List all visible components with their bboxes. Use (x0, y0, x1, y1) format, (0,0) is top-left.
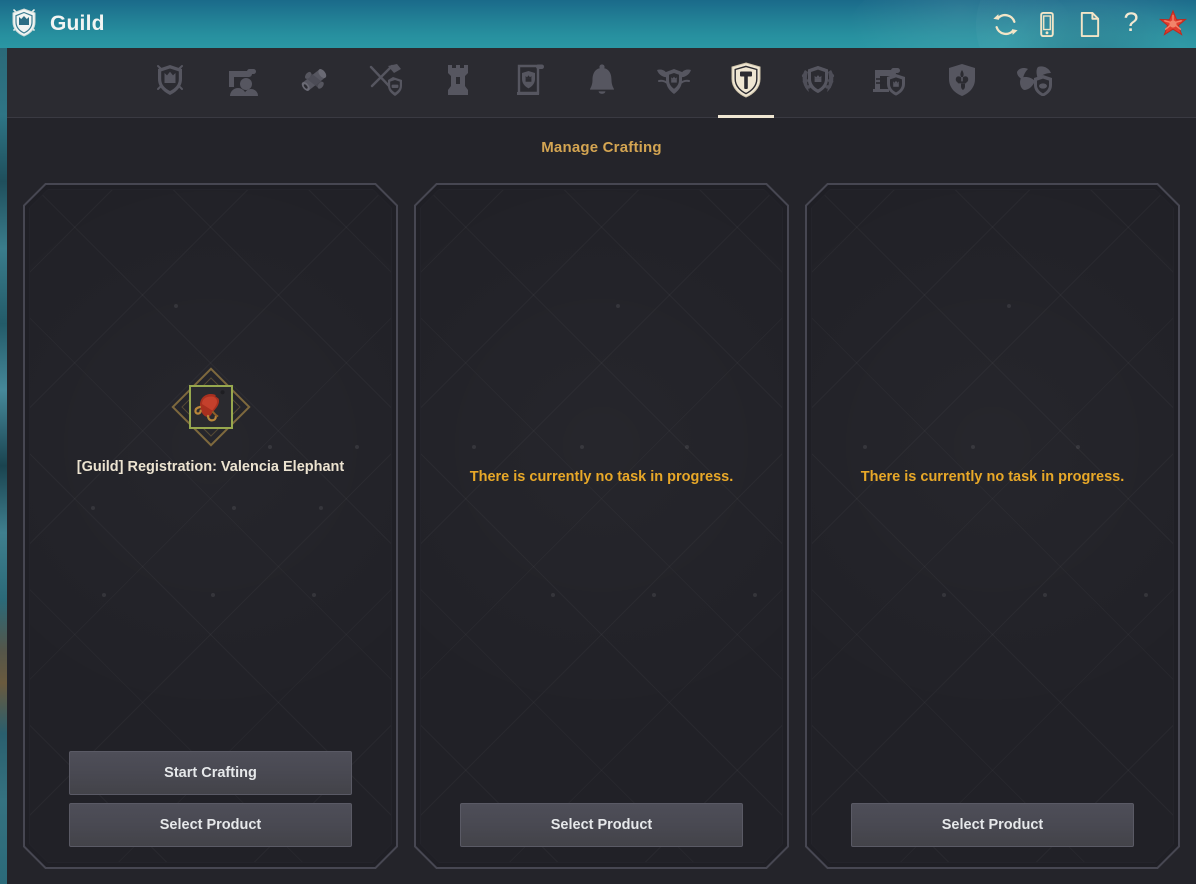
rolled-scrolls-icon (297, 63, 331, 102)
start-crafting-button[interactable]: Start Crafting (69, 751, 352, 795)
tab-guild-mercenary[interactable] (998, 48, 1070, 118)
crafting-slot-1: [Guild] Registration: Valencia Elephant … (23, 183, 398, 869)
help-label: ? (1123, 7, 1139, 37)
fleur-de-lis-shield-icon (946, 62, 978, 103)
item-frame (175, 371, 247, 443)
crafting-item-display: [Guild] Registration: Valencia Elephant (23, 371, 398, 475)
tab-guild-alerts[interactable] (566, 48, 638, 118)
tab-guild-overview[interactable] (134, 48, 206, 118)
mobile-icon[interactable] (1032, 9, 1062, 39)
help-icon[interactable]: ? (1116, 9, 1146, 39)
panel-body: There is currently no task in progress. … (414, 183, 789, 869)
refresh-icon[interactable] (990, 9, 1020, 39)
tabbar (7, 48, 1196, 118)
valencia-elephant-registration-icon (193, 387, 229, 428)
crossed-swords-shield-icon (368, 63, 404, 102)
empty-task-message: There is currently no task in progress. (469, 469, 734, 485)
tab-guild-members[interactable] (206, 48, 278, 118)
tab-guild-ledger[interactable] (854, 48, 926, 118)
empty-task-message: There is currently no task in progress. (860, 469, 1125, 485)
item-slot[interactable] (189, 385, 233, 429)
horned-shield-icon (655, 64, 693, 101)
panel-buttons: Select Product (851, 803, 1134, 847)
tab-guild-quest[interactable] (494, 48, 566, 118)
select-product-button[interactable]: Select Product (460, 803, 743, 847)
panel-body: There is currently no task in progress. … (805, 183, 1180, 869)
guild-crest-icon (10, 7, 38, 42)
scroll-shield-icon (514, 63, 546, 102)
document-icon[interactable] (1074, 9, 1104, 39)
tab-guild-boss[interactable] (638, 48, 710, 118)
close-icon[interactable] (1158, 9, 1188, 39)
crafting-slot-3: There is currently no task in progress. … (805, 183, 1180, 869)
tab-guild-emblem[interactable] (926, 48, 998, 118)
crafting-panels: [Guild] Registration: Valencia Elephant … (7, 183, 1196, 869)
content-area: Manage Crafting [Guild] Registration: Va… (7, 119, 1196, 884)
ledger-shield-icon (872, 63, 908, 102)
select-product-button[interactable]: Select Product (69, 803, 352, 847)
rook-tower-icon (443, 63, 473, 102)
panel-buttons: Select Product (460, 803, 743, 847)
select-product-button[interactable]: Select Product (851, 803, 1134, 847)
titlebar: Guild ? (0, 0, 1196, 48)
bell-icon (587, 63, 617, 102)
laurel-shield-icon (799, 62, 837, 103)
tab-guild-contracts[interactable] (278, 48, 350, 118)
crafting-item-name: [Guild] Registration: Valencia Elephant (76, 459, 345, 475)
masked-horned-icon (1015, 64, 1053, 101)
tab-guild-war[interactable] (350, 48, 422, 118)
crafting-slot-2: There is currently no task in progress. … (414, 183, 789, 869)
tab-guild-house[interactable] (422, 48, 494, 118)
scroll-member-icon (225, 63, 259, 102)
tab-guild-honor[interactable] (782, 48, 854, 118)
shield-hammer-icon (729, 61, 763, 104)
panel-body: [Guild] Registration: Valencia Elephant … (23, 183, 398, 869)
window-title: Guild (50, 12, 105, 35)
tab-guild-crafting[interactable] (710, 48, 782, 118)
desktop-background-strip (0, 48, 7, 884)
guild-window: Guild ? Manage Crafting [Guild] Registra… (0, 0, 1196, 884)
page-title: Manage Crafting (541, 139, 662, 156)
shield-crossed-swords-icon (153, 62, 187, 103)
panel-buttons: Start Crafting Select Product (69, 751, 352, 847)
